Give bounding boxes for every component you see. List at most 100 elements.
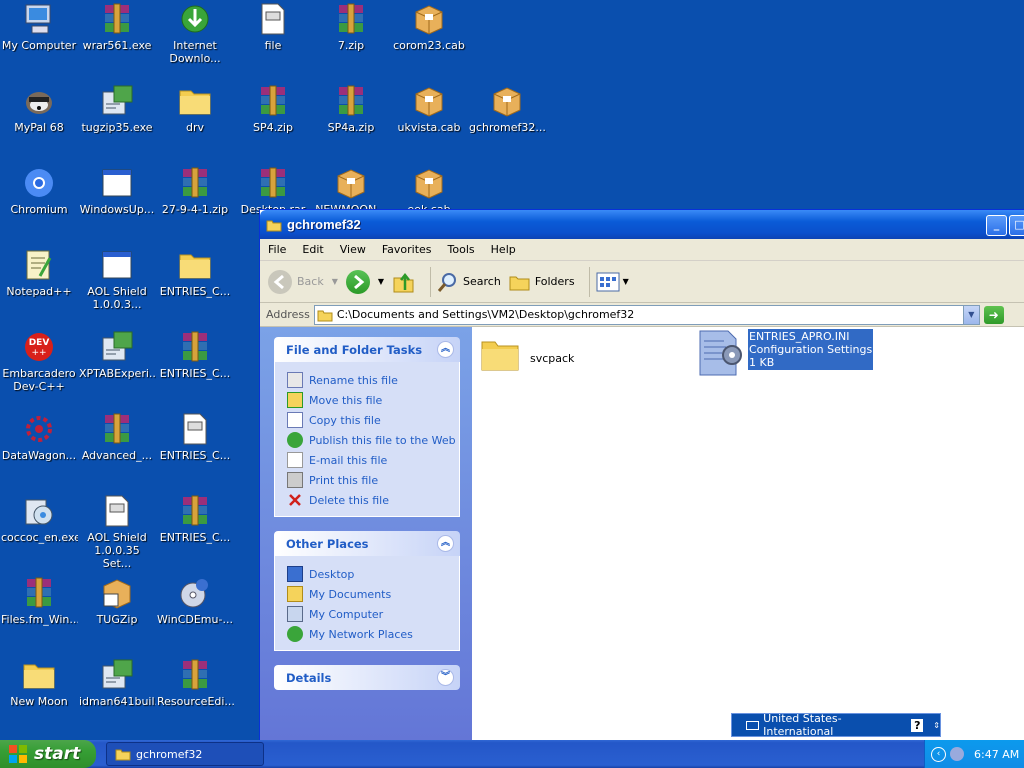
address-field[interactable]: C:\Documents and Settings\VM2\Desktop\gc… <box>313 304 980 325</box>
desktop-icon[interactable]: 27-9-4-1.zip <box>156 166 234 216</box>
start-button[interactable]: start <box>0 740 96 768</box>
show-hidden-icons-chevron-icon[interactable]: ‹ <box>931 746 946 762</box>
task-print[interactable]: Print this file <box>287 470 459 490</box>
desktop-icon[interactable]: DataWagon... <box>0 412 78 462</box>
desktop-icon[interactable]: wrar561.exe <box>78 2 156 52</box>
task-publish[interactable]: Publish this file to the Web <box>287 430 459 450</box>
title-bar[interactable]: gchromef32 _ □ <box>260 210 1024 239</box>
desktop-icon[interactable]: corom23.cab <box>390 2 468 52</box>
desktop-icon[interactable]: SP4.zip <box>234 84 312 134</box>
desktop-icon[interactable]: DEV ++ Embarcadero Dev-C++ <box>0 330 78 393</box>
winrar-icon <box>178 658 212 692</box>
go-button[interactable]: ➜ <box>983 305 1004 324</box>
desktop-icon[interactable]: ENTRIES_C... <box>156 248 234 298</box>
desktop-icon[interactable]: XPTABExperi... <box>78 330 156 380</box>
forward-arrow-icon <box>345 269 370 294</box>
task-move[interactable]: Move this file <box>287 390 459 410</box>
desktop-icon[interactable]: coccoc_en.exe <box>0 494 78 544</box>
menu-tools[interactable]: Tools <box>440 243 483 256</box>
desktop-icon[interactable]: New Moon <box>0 658 78 708</box>
desktop-icon-label: Files.fm_Win... <box>1 613 78 626</box>
views-button[interactable]: ▼ <box>596 272 629 292</box>
back-dropdown-icon[interactable]: ▼ <box>332 277 338 286</box>
place-label: My Computer <box>309 607 384 621</box>
desktop-icon[interactable]: gchromef32... <box>468 84 546 134</box>
folders-button[interactable]: Folders <box>509 272 575 292</box>
desktop-icon[interactable]: idman641buil... <box>78 658 156 708</box>
menu-edit[interactable]: Edit <box>294 243 331 256</box>
tray-app-icon[interactable] <box>950 747 964 761</box>
language-bar[interactable]: United States-International ? ⇕ <box>731 712 941 738</box>
help-icon[interactable]: ? <box>911 718 924 732</box>
back-label: Back <box>297 275 324 288</box>
file-item-ini[interactable]: ENTRIES_APRO.INI Configuration Settings … <box>696 329 874 377</box>
desktop-icon-label: coccoc_en.exe <box>1 531 78 544</box>
desktop-icon[interactable]: Chromium <box>0 166 78 216</box>
desktop-icon[interactable]: drv <box>156 84 234 134</box>
minimize-button[interactable]: _ <box>986 215 1007 236</box>
desktop-icon[interactable]: ENTRIES_C... <box>156 330 234 380</box>
task-delete[interactable]: Delete this file <box>287 490 459 510</box>
other-places-header[interactable]: Other Places ︽ <box>274 531 460 556</box>
back-button[interactable]: Back ▼ <box>268 269 338 294</box>
task-copy[interactable]: Copy this file <box>287 410 459 430</box>
forward-dropdown-icon[interactable]: ▼ <box>378 277 384 286</box>
winrar-icon <box>100 2 134 36</box>
desktop-icon[interactable]: My Computer <box>0 2 78 52</box>
desktop-icon[interactable]: MyPal 68 <box>0 84 78 134</box>
desktop-icon[interactable]: file <box>234 2 312 52</box>
forward-button[interactable]: ▼ <box>345 269 384 294</box>
address-dropdown-button[interactable]: ▼ <box>962 305 979 324</box>
details-header[interactable]: Details ︾ <box>274 665 460 690</box>
winrar-icon <box>178 166 212 200</box>
place-my-computer[interactable]: My Computer <box>287 604 459 624</box>
collapse-chevron-icon[interactable]: ︽ <box>437 535 454 552</box>
place-desktop[interactable]: Desktop <box>287 564 459 584</box>
taskbar-window-button[interactable]: gchromef32 <box>106 742 264 766</box>
file-folder-tasks-header[interactable]: File and Folder Tasks ︽ <box>274 337 460 362</box>
desktop-icon[interactable]: AOL Shield 1.0.0.3... <box>78 248 156 311</box>
desktop-icon[interactable]: Advanced_... <box>78 412 156 462</box>
desktop-icon[interactable]: AOL Shield 1.0.0.35 Set... <box>78 494 156 570</box>
file-size: 1 KB <box>749 356 775 369</box>
winrar-icon <box>100 412 134 446</box>
desktop-icon[interactable]: Notepad++ <box>0 248 78 298</box>
folder-icon <box>317 310 333 321</box>
task-label: Rename this file <box>309 373 398 387</box>
collapse-chevron-icon[interactable]: ︽ <box>437 341 454 358</box>
desktop-icon[interactable]: Files.fm_Win... <box>0 576 78 626</box>
clock[interactable]: 6:47 AM <box>974 748 1019 761</box>
place-my-documents[interactable]: My Documents <box>287 584 459 604</box>
desktop-icon[interactable]: TUGZip <box>78 576 156 626</box>
cd-icon <box>178 576 212 610</box>
desktop-icon[interactable]: Internet Downlo... <box>156 2 234 65</box>
expand-chevron-icon[interactable]: ︾ <box>437 669 454 686</box>
address-bar: Address C:\Documents and Settings\VM2\De… <box>260 303 1024 327</box>
desktop-icon[interactable]: WindowsUp... <box>78 166 156 216</box>
desktop-icon[interactable]: WinCDEmu-... <box>156 576 234 626</box>
task-rename[interactable]: Rename this file <box>287 370 459 390</box>
up-folder-button[interactable] <box>392 270 416 294</box>
menu-view[interactable]: View <box>332 243 374 256</box>
tugzip-icon <box>100 576 134 610</box>
menu-help[interactable]: Help <box>483 243 524 256</box>
place-my-network[interactable]: My Network Places <box>287 624 459 644</box>
menu-favorites[interactable]: Favorites <box>374 243 440 256</box>
menu-file[interactable]: File <box>260 243 294 256</box>
desktop-icon[interactable]: SP4a.zip <box>312 84 390 134</box>
content-area: File and Folder Tasks ︽ Rename this file… <box>260 327 1024 750</box>
search-button[interactable]: Search <box>437 271 501 293</box>
desktop-icon[interactable]: 7.zip <box>312 2 390 52</box>
file-item-folder[interactable]: svcpack <box>480 335 574 373</box>
maximize-button[interactable]: □ <box>1009 215 1024 236</box>
desktop-icon[interactable]: ukvista.cab <box>390 84 468 134</box>
desktop-icon[interactable]: tugzip35.exe <box>78 84 156 134</box>
task-email[interactable]: E-mail this file <box>287 450 459 470</box>
desktop-icon-label: SP4.zip <box>253 121 293 134</box>
langbar-options-icon[interactable]: ⇕ <box>933 721 940 730</box>
desktop-icon[interactable]: ResourceEdi... <box>156 658 234 708</box>
desktop-icon[interactable]: ENTRIES_C... <box>156 494 234 544</box>
email-icon <box>287 452 303 468</box>
desktop-icon[interactable]: ENTRIES_C... <box>156 412 234 462</box>
task-pane: File and Folder Tasks ︽ Rename this file… <box>260 327 472 750</box>
